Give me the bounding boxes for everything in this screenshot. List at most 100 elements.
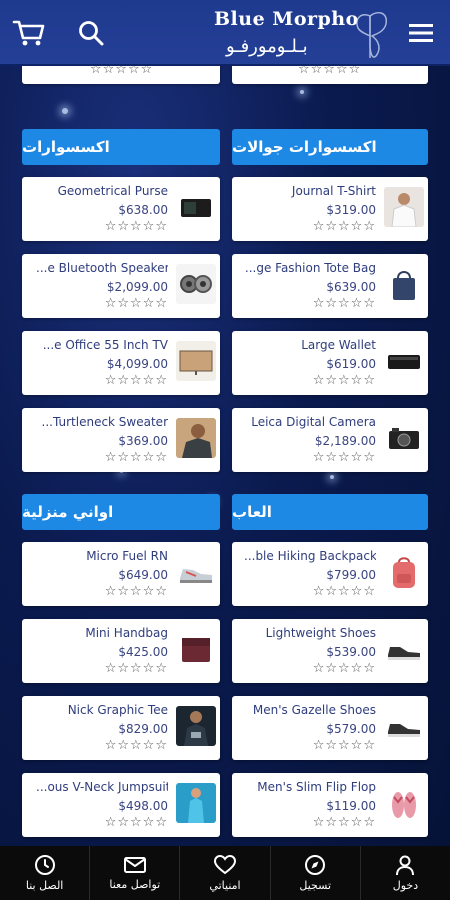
product-name: Nick Graphic Tee <box>67 703 168 717</box>
rating-stars: ☆☆☆☆☆ <box>312 219 376 234</box>
product-card[interactable]: Men's Gazelle Shoes $579.00 ☆☆☆☆☆ <box>232 696 428 760</box>
product-card[interactable]: Leica Digital Camera $2,189.00 ☆☆☆☆☆ <box>232 408 428 472</box>
nav-label: تواصل معنا <box>109 878 161 891</box>
flip-flop-icon-image <box>384 783 424 823</box>
product-card[interactable]: ...e Office 55 Inch TV $4,099.00 ☆☆☆☆☆ <box>22 331 220 395</box>
tee-icon[interactable] <box>176 706 216 746</box>
camera-icon[interactable] <box>384 418 424 458</box>
product-price: $639.00 <box>326 280 376 294</box>
menu-button[interactable] <box>402 14 440 52</box>
section-header-accessories[interactable]: اكسسوارات <box>22 129 220 165</box>
envelope-icon <box>123 857 146 873</box>
purse-icon[interactable] <box>176 187 216 227</box>
rating-stars: ☆☆☆☆☆ <box>104 738 168 753</box>
product-card[interactable]: Journal T-Shirt $319.00 ☆☆☆☆☆ <box>232 177 428 241</box>
butterfly-icon <box>356 11 387 58</box>
product-card[interactable]: ...Turtleneck Sweater $369.00 ☆☆☆☆☆ <box>22 408 220 472</box>
product-card[interactable]: Geometrical Purse $638.00 ☆☆☆☆☆ <box>22 177 220 241</box>
wallet-icon[interactable] <box>384 341 424 381</box>
nav-reach-us[interactable]: تواصل معنا <box>90 846 181 900</box>
shoe-icon-image <box>384 706 424 746</box>
product-name: ...Turtleneck Sweater <box>41 415 168 429</box>
product-card[interactable]: ...e Bluetooth Speaker $2,099.00 ☆☆☆☆☆ <box>22 254 220 318</box>
rating-stars: ☆☆☆☆☆ <box>104 296 168 311</box>
rating-stars: ☆☆☆☆☆ <box>312 584 376 599</box>
hamburger-menu-icon <box>409 24 433 42</box>
rating-stars: ☆☆☆☆☆ <box>104 219 168 234</box>
nav-label: امنياتي <box>209 879 241 892</box>
sneaker-icon[interactable] <box>176 552 216 592</box>
product-price: $579.00 <box>326 722 376 736</box>
product-card[interactable]: ...ble Hiking Backpack $799.00 ☆☆☆☆☆ <box>232 542 428 606</box>
section-header-games[interactable]: العاب <box>232 494 428 530</box>
rating-stars: ☆☆☆☆☆ <box>312 373 376 388</box>
product-name: ...ous V-Neck Jumpsuit <box>36 780 168 794</box>
product-price: $425.00 <box>118 645 168 659</box>
heart-icon <box>213 854 237 875</box>
nav-register[interactable]: تسجيل <box>271 846 361 900</box>
product-price: $119.00 <box>326 799 376 813</box>
product-name: ...e Office 55 Inch TV <box>42 338 168 352</box>
app-header: Blue Morpho بـلـومورفـو <box>0 0 450 66</box>
product-card[interactable]: Men's Slim Flip Flop $119.00 ☆☆☆☆☆ <box>232 773 428 837</box>
product-price: $2,189.00 <box>314 434 376 448</box>
camera-icon-image <box>384 418 424 458</box>
search-icon <box>79 21 104 46</box>
product-card[interactable]: Large Wallet $619.00 ☆☆☆☆☆ <box>232 331 428 395</box>
shoe-icon[interactable] <box>384 629 424 669</box>
product-price: $369.00 <box>118 434 168 448</box>
product-name: ...ge Fashion Tote Bag <box>244 261 376 275</box>
product-card[interactable]: Nick Graphic Tee $829.00 ☆☆☆☆☆ <box>22 696 220 760</box>
section-title: العاب <box>232 503 272 521</box>
nav-login[interactable]: دخول <box>361 846 450 900</box>
nav-label: تسجيل <box>299 879 332 892</box>
compass-icon <box>305 855 326 875</box>
product-card[interactable]: Lightweight Shoes $539.00 ☆☆☆☆☆ <box>232 619 428 683</box>
product-name: Journal T-Shirt <box>291 184 376 198</box>
logo-english: Blue Morpho <box>214 8 359 30</box>
wallet-icon-image <box>384 341 424 381</box>
tshirt-icon-image <box>384 187 424 227</box>
product-price: $799.00 <box>326 568 376 582</box>
product-card[interactable]: ...ous V-Neck Jumpsuit $498.00 ☆☆☆☆☆ <box>22 773 220 837</box>
tote-bag-icon-image <box>384 264 424 304</box>
section-header-mobile-accessories[interactable]: اكسسوارات جوالات <box>232 129 428 165</box>
flip-flop-icon[interactable] <box>384 783 424 823</box>
product-price: $4,099.00 <box>106 357 168 371</box>
product-card[interactable]: ...ge Fashion Tote Bag $639.00 ☆☆☆☆☆ <box>232 254 428 318</box>
handbag-icon-image <box>176 629 216 669</box>
nav-label: الصل بنا <box>25 879 64 892</box>
product-price: $498.00 <box>118 799 168 813</box>
product-name: Lightweight Shoes <box>265 626 376 640</box>
cart-button[interactable] <box>10 14 48 52</box>
tote-bag-icon[interactable] <box>384 264 424 304</box>
search-button[interactable] <box>72 14 110 52</box>
product-price: $829.00 <box>118 722 168 736</box>
rating-stars: ☆☆☆☆☆ <box>312 661 376 676</box>
speaker-icon-image <box>176 264 216 304</box>
product-price: $539.00 <box>326 645 376 659</box>
tv-icon[interactable] <box>176 341 216 381</box>
product-name: Leica Digital Camera <box>251 415 376 429</box>
handbag-icon[interactable] <box>176 629 216 669</box>
section-title: اواني منزلية <box>22 503 114 521</box>
backpack-icon[interactable] <box>384 552 424 592</box>
product-name: ...ble Hiking Backpack <box>244 549 376 563</box>
nav-wishlist[interactable]: امنياتي <box>180 846 271 900</box>
product-card[interactable]: Mini Handbag $425.00 ☆☆☆☆☆ <box>22 619 220 683</box>
section-title: اكسسوارات جوالات <box>232 138 377 156</box>
brand-logo[interactable]: Blue Morpho بـلـومورفـو <box>210 8 400 60</box>
product-name: Men's Gazelle Shoes <box>252 703 376 717</box>
tshirt-icon[interactable] <box>384 187 424 227</box>
shoe-icon[interactable] <box>384 706 424 746</box>
jumpsuit-icon[interactable] <box>176 783 216 823</box>
sweater-icon[interactable] <box>176 418 216 458</box>
rating-stars: ☆☆☆☆☆ <box>312 296 376 311</box>
rating-stars: ☆☆☆☆☆ <box>312 450 376 465</box>
speaker-icon[interactable] <box>176 264 216 304</box>
product-price: $2,099.00 <box>106 280 168 294</box>
product-card[interactable]: Micro Fuel RN $649.00 ☆☆☆☆☆ <box>22 542 220 606</box>
product-name: Geometrical Purse <box>57 184 168 198</box>
nav-contact-us[interactable]: الصل بنا <box>0 846 91 900</box>
section-header-home-utensils[interactable]: اواني منزلية <box>22 494 220 530</box>
